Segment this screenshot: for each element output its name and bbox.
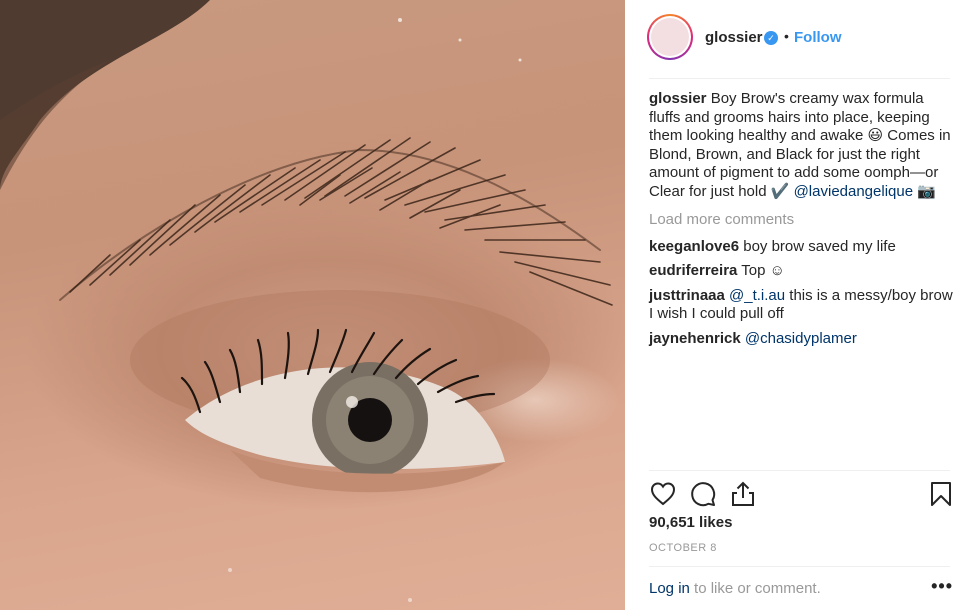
bookmark-icon[interactable] [927, 480, 955, 508]
post-photo[interactable] [0, 0, 625, 610]
account-username[interactable]: glossier [705, 29, 763, 46]
avatar[interactable] [647, 14, 693, 60]
login-divider [649, 566, 950, 567]
comment-username[interactable]: eudriferreira [649, 262, 737, 279]
heart-icon[interactable] [649, 480, 677, 508]
comment-icon[interactable] [689, 480, 717, 508]
load-more-comments-button[interactable]: Load more comments [649, 211, 953, 230]
header-divider [649, 78, 950, 79]
eye-photo-illustration [0, 0, 613, 602]
comment-text: Top ☺ [737, 262, 785, 279]
likes-count[interactable]: 90,651 likes [649, 514, 732, 531]
comment-username[interactable]: jaynehenrick [649, 330, 741, 347]
caption-mention[interactable]: @laviedangelique [794, 183, 913, 200]
comment-item: jaynehenrick @chasidyplamer [649, 330, 953, 349]
follow-button[interactable]: Follow [794, 29, 842, 46]
post-date[interactable]: OCTOBER 8 [649, 542, 717, 554]
post-side-panel: glossier ✓ • Follow glossier Boy Brow's … [625, 0, 974, 610]
share-icon[interactable] [729, 480, 757, 508]
caption-username[interactable]: glossier [649, 90, 707, 107]
comment-item: eudriferreira Top ☺ [649, 262, 953, 281]
post-actions [649, 480, 953, 510]
comment-username[interactable]: keeganlove6 [649, 238, 739, 255]
more-options-icon[interactable]: ••• [931, 576, 953, 597]
login-prompt: Log in to like or comment. ••• [649, 576, 953, 597]
comment-mention[interactable]: @chasidyplamer [745, 330, 857, 347]
avatar-image [651, 18, 689, 56]
caption-camera-icon: 📷 [913, 182, 936, 200]
comment-item: justtrinaaa @_t.i.au this is a messy/boy… [649, 287, 953, 324]
comment-item: keeganlove6 boy brow saved my life [649, 238, 953, 257]
header-separator: • [784, 28, 789, 44]
comments-section: glossier Boy Brow's creamy wax formula f… [649, 90, 953, 354]
login-link[interactable]: Log in [649, 580, 690, 597]
verified-badge-icon: ✓ [764, 31, 778, 45]
post-caption: glossier Boy Brow's creamy wax formula f… [649, 90, 953, 201]
comment-username[interactable]: justtrinaaa [649, 287, 725, 304]
avatar-inner [649, 16, 691, 58]
comment-text: boy brow saved my life [739, 237, 896, 255]
actions-divider [649, 470, 950, 471]
login-prompt-text: to like or comment. [689, 580, 821, 597]
comment-mention[interactable]: @_t.i.au [729, 287, 785, 304]
post-header: glossier ✓ • Follow [625, 0, 974, 78]
